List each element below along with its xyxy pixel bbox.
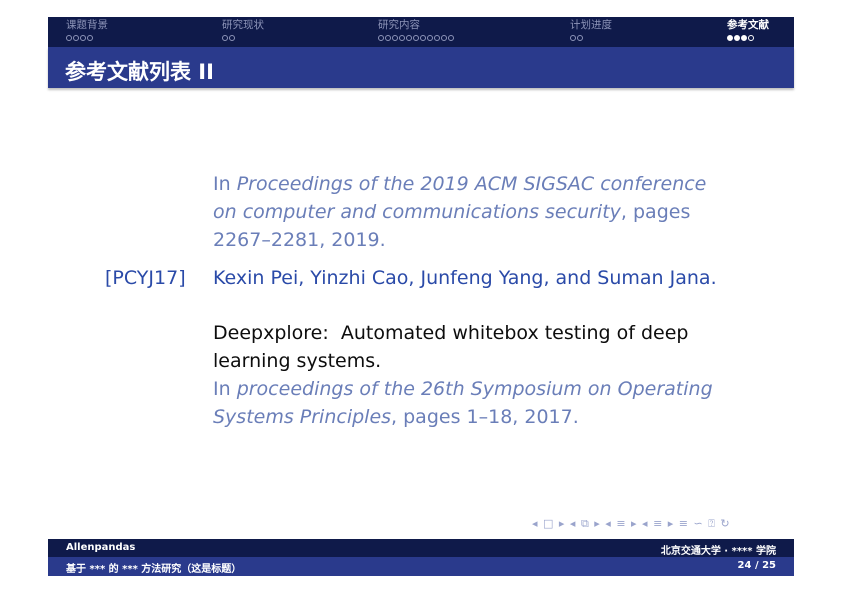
nav-section-references[interactable]: 参考文献 [727,19,769,42]
nav-section-status[interactable]: 研究现状 [222,19,264,42]
subsection-dot[interactable] [441,34,447,41]
nav-section-label: 参考文献 [727,19,769,31]
subsection-dots [570,33,612,42]
footer-top-bar: Allenpandas 北京交通大学 · **** 学院 [48,539,794,557]
subsection-dot[interactable] [80,34,86,41]
reference-line: 2267–2281, 2019. [213,229,386,251]
subsection-dot[interactable] [448,34,454,41]
pages-text: , pages 1–18, 2017. [391,406,579,428]
nav-section-content[interactable]: 研究内容 [378,19,454,42]
subsection-dot[interactable] [229,34,235,41]
nav-section-label: 计划进度 [570,19,612,31]
subsection-dot[interactable] [570,34,576,41]
venue-text: proceedings of the 26th Symposium on Ope… [236,378,713,400]
subsection-dot[interactable] [727,34,733,41]
subsection-dot[interactable] [392,34,398,41]
in-prefix: In [213,173,237,195]
subsection-dot[interactable] [222,34,228,41]
page-number: 24 / 25 [737,560,776,571]
reference-line: Systems Principles, pages 1–18, 2017. [213,403,773,431]
subsection-dot[interactable] [420,34,426,41]
frame-title-bar: 参考文献列表 II [48,47,794,88]
subsection-dot[interactable] [741,34,747,41]
subsection-dot[interactable] [87,34,93,41]
subsection-dots [222,33,264,42]
reference-line: on computer and communications security,… [213,198,773,226]
frame-title: 参考文献列表 II [65,60,214,84]
pages-text: , pages [620,201,691,223]
footer-talk-title: 基于 *** 的 *** 方法研究（这是标题） [66,564,242,575]
venue-text: Systems Principles [213,406,392,428]
subsection-dot[interactable] [66,34,72,41]
reference-title: Deepxplore: Automated whitebox testing o… [213,322,689,344]
reference-line: In Proceedings of the 2019 ACM SIGSAC co… [213,170,773,198]
nav-section-label: 研究内容 [378,19,420,31]
subsection-dot[interactable] [385,34,391,41]
nav-section-background[interactable]: 课题背景 [66,19,108,42]
footer-institute: 北京交通大学 · **** 学院 [660,546,776,557]
in-prefix: In [213,378,237,400]
subsection-dot[interactable] [399,34,405,41]
venue-text: Proceedings of the 2019 ACM SIGSAC confe… [236,173,707,195]
reference-line: In proceedings of the 26th Symposium on … [213,375,773,403]
subsection-dot[interactable] [406,34,412,41]
nav-section-label: 研究现状 [222,19,264,31]
subsection-dot[interactable] [413,34,419,41]
subsection-dots [727,33,769,42]
reference-title: learning systems. [213,350,382,372]
subsection-dots [66,33,108,42]
beamer-navigation-icons[interactable]: ◂ □ ▸ ◂ ⧉ ▸ ◂ ≡ ▸ ◂ ≡ ▸ ≡ ∽ ⍰ ↻ [532,517,731,531]
reference-authors: Kexin Pei, Yinzhi Cao, Junfeng Yang, and… [213,267,717,289]
nav-section-schedule[interactable]: 计划进度 [570,19,612,42]
venue-text: on computer and communications security [213,201,621,223]
subsection-dot[interactable] [378,34,384,41]
reference-pcyj17-body: Deepxplore: Automated whitebox testing o… [213,319,773,431]
subsection-dot[interactable] [427,34,433,41]
subsection-dot[interactable] [73,34,79,41]
subsection-dot[interactable] [748,34,754,41]
reference-continued: In Proceedings of the 2019 ACM SIGSAC co… [213,170,773,254]
footer-bottom-bar: 基于 *** 的 *** 方法研究（这是标题） 24 / 25 [48,557,794,576]
footer-author: Allenpandas [66,542,136,553]
nav-section-label: 课题背景 [66,19,108,31]
subsection-dot[interactable] [734,34,740,41]
subsection-dot[interactable] [577,34,583,41]
subsection-dot[interactable] [434,34,440,41]
section-navigation: 课题背景 研究现状 研究内容 计划进度 参考文献 [48,17,794,47]
citation-key: [PCYJ17] [105,267,186,289]
subsection-dots [378,33,454,42]
